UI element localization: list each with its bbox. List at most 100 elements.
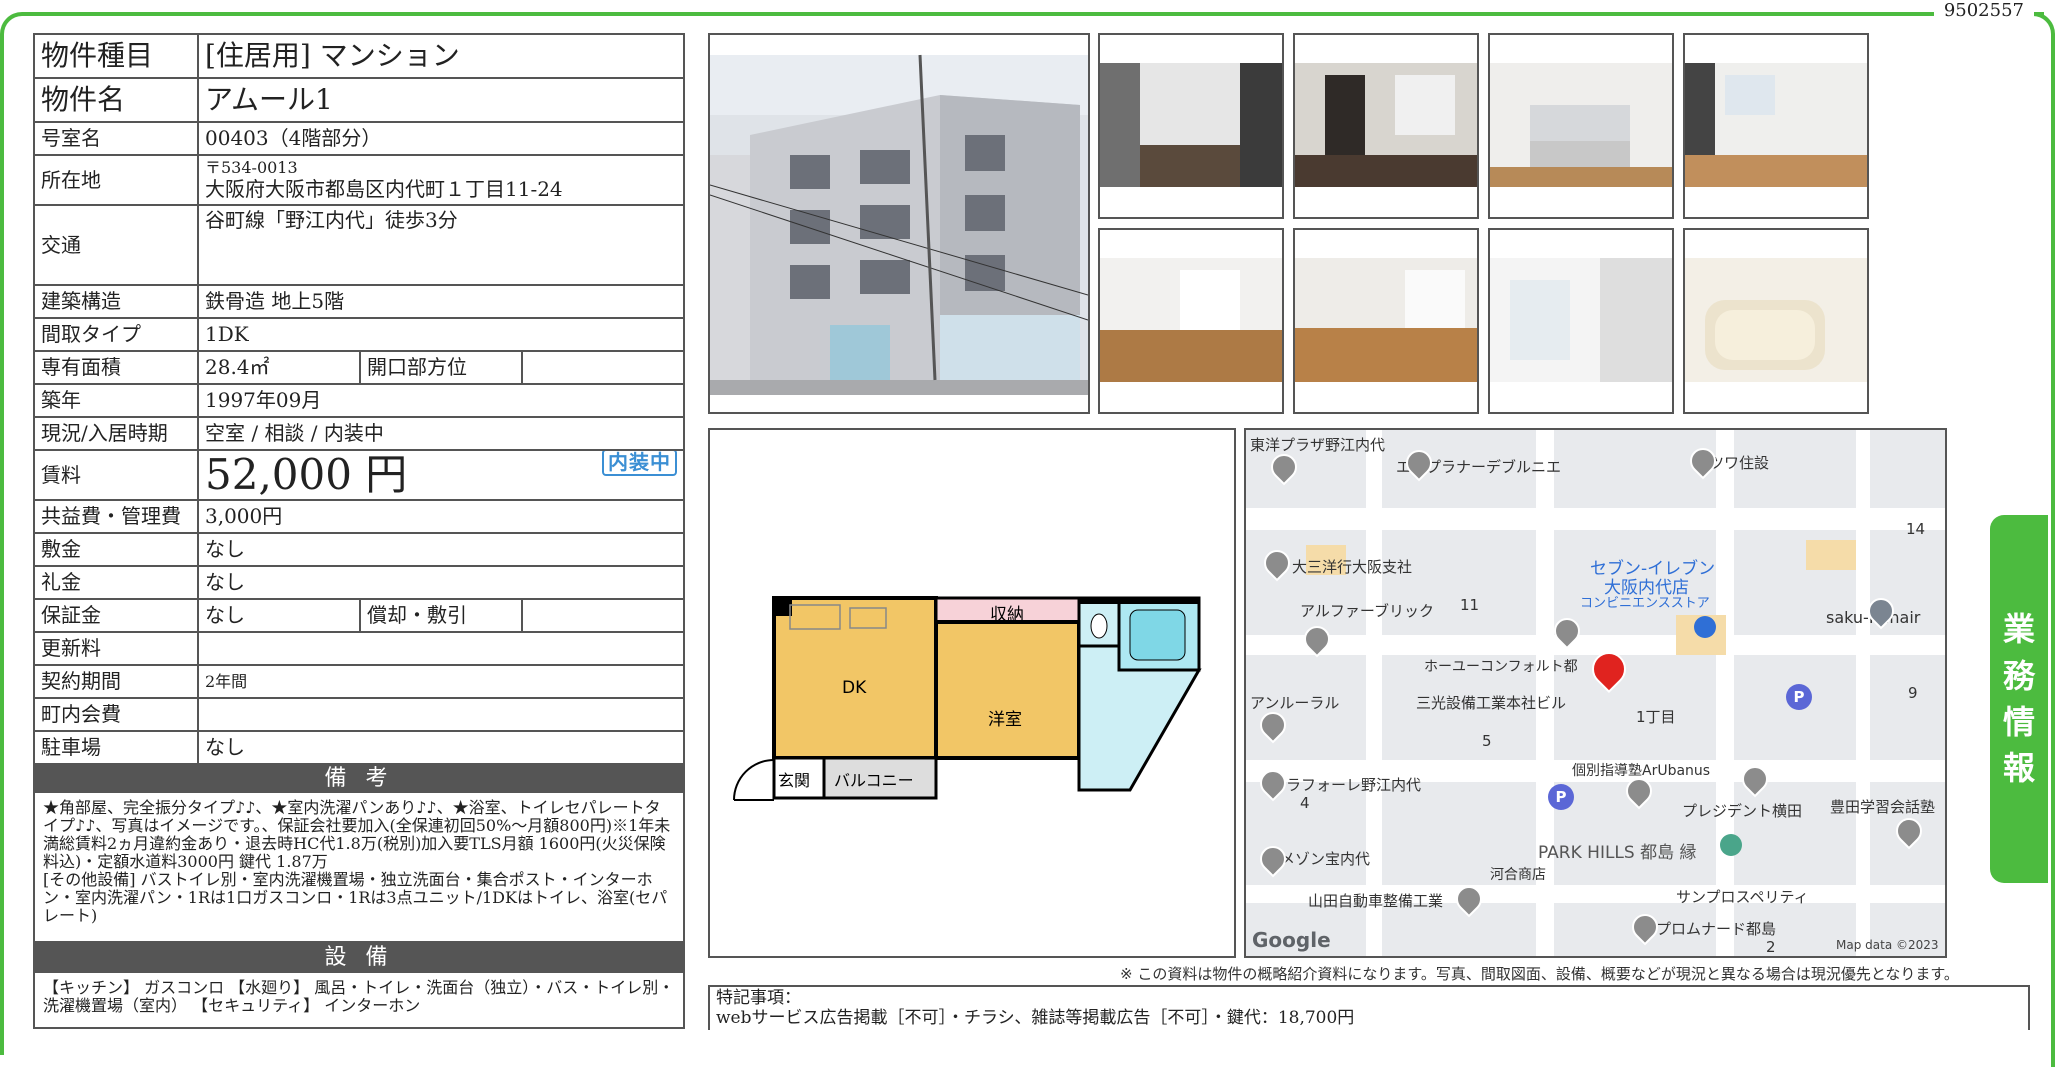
opening-label: 開口部方位 xyxy=(359,350,523,385)
map-label: ホーユーコンフォルト都 xyxy=(1424,659,1578,675)
map-label: プロムナード都島 xyxy=(1656,920,1777,938)
parking-value: なし xyxy=(197,730,685,766)
room-label: 号室名 xyxy=(33,121,199,156)
parking-icon: P xyxy=(1786,684,1812,710)
type-value: [住居用] マンション xyxy=(197,33,685,79)
structure-value: 鉄骨造 地上5階 xyxy=(197,284,685,319)
thumbnail-photo[interactable] xyxy=(1488,33,1674,219)
contract-label: 契約期間 xyxy=(33,664,199,700)
disclaimer-text: ※ この資料は物件の概略紹介資料になります。写真、間取図面、設備、概要などが現況… xyxy=(1120,965,1959,983)
business-info-char: 報 xyxy=(2002,749,2035,788)
built-label: 築年 xyxy=(33,383,199,418)
map-label: ラフォーレ野江内代 xyxy=(1286,776,1422,794)
map-label: 11 xyxy=(1460,596,1480,614)
rent-label: 賃料 xyxy=(33,448,199,502)
special-notes: 特記事項： webサービス広告掲載［不可］・チラシ、雑誌等掲載広告［不可］・鍵代… xyxy=(708,985,2030,1030)
floor-plan[interactable]: DK 洋室 収納 玄関 バルコニー xyxy=(708,428,1236,958)
structure-label: 建築構造 xyxy=(33,284,199,319)
map-label: サンプロスペリティ xyxy=(1676,888,1809,906)
room-photo-art xyxy=(1490,258,1672,382)
thumbnail-photo[interactable] xyxy=(1098,228,1284,414)
remarks-header: 備 考 xyxy=(33,763,685,794)
area-label: 専有面積 xyxy=(33,350,199,385)
property-table: 物件種目 [住居用] マンション 物件名 アムール1 号室名 00403（4階部分） … xyxy=(33,33,685,1030)
fee-label: 共益費・管理費 xyxy=(33,499,199,535)
map-label: 東洋プラザ野江内代 xyxy=(1250,436,1386,454)
special-notes-head: 特記事項： xyxy=(716,988,801,1008)
building-photo[interactable] xyxy=(708,33,1090,414)
map-label: PARK HILLS 都島 縁 xyxy=(1538,843,1697,863)
thumbnail-photo[interactable] xyxy=(1293,33,1479,219)
status-value: 空室 / 相談 / 内装中 xyxy=(197,416,685,451)
business-info-tab[interactable]: 業 務 情 報 xyxy=(1990,515,2048,883)
business-info-char: 情 xyxy=(2002,703,2035,741)
room-photo-art xyxy=(1685,258,1867,382)
map-label: 9 xyxy=(1908,684,1918,702)
built-value: 1997年09月 xyxy=(197,383,685,418)
deposit-label: 敷金 xyxy=(33,532,199,568)
interior-badge: 内装中 xyxy=(602,452,677,476)
opening-value xyxy=(521,350,685,385)
type-label: 物件種目 xyxy=(33,33,199,79)
plan-dk-label: DK xyxy=(842,678,867,698)
name-label: 物件名 xyxy=(33,77,199,123)
map-label: 14 xyxy=(1906,520,1926,538)
association-value xyxy=(197,697,685,733)
map-label: 大三洋行大阪支社 xyxy=(1292,558,1413,576)
key-money-label: 礼金 xyxy=(33,565,199,601)
room-photo-art xyxy=(1100,258,1282,382)
guarantee-value: なし xyxy=(197,598,361,634)
map-label: 5 xyxy=(1482,732,1492,750)
thumbnail-photo[interactable] xyxy=(1683,228,1869,414)
property-id: 9502557 xyxy=(1933,0,2034,21)
thumbnail-photo[interactable] xyxy=(1683,33,1869,219)
rent-value: 52,000 円 xyxy=(205,450,408,499)
deposit-value: なし xyxy=(197,532,685,568)
thumbnail-photo[interactable] xyxy=(1098,33,1284,219)
special-notes-text: webサービス広告掲載［不可］・チラシ、雑誌等掲載広告［不可］・鍵代：18,70… xyxy=(716,1007,1355,1028)
parking-icon: P xyxy=(1548,784,1574,810)
amortize-label: 償却・敷引 xyxy=(359,598,523,634)
room-photo-art xyxy=(1685,63,1867,187)
business-info-char: 務 xyxy=(2002,656,2035,695)
key-money-value: なし xyxy=(197,565,685,601)
transport-label: 交通 xyxy=(33,204,199,286)
business-info-char: 業 xyxy=(2002,610,2035,649)
google-logo: Google xyxy=(1252,928,1331,952)
name-value: アムール1 xyxy=(197,77,685,123)
map-art xyxy=(1246,430,1945,956)
parking-label: 駐車場 xyxy=(33,730,199,766)
area-value: 28.4㎡ xyxy=(197,350,361,385)
remarks-text: ★角部屋、完全振分タイプ♪♪、★室内洗濯パンあり♪♪、★浴室、トイレセパレートタ… xyxy=(33,791,685,944)
map-label: 三光設備工業本社ビル xyxy=(1416,694,1567,712)
address-cell: 〒534-0013 大阪府大阪市都島区内代町１丁目11-24 xyxy=(197,154,685,206)
map-label: 河合商店 xyxy=(1490,867,1546,883)
fee-value: 3,000円 xyxy=(197,499,685,535)
room-photo-art xyxy=(1100,63,1282,187)
floor-plan-art xyxy=(733,596,1202,801)
address-label: 所在地 xyxy=(33,154,199,206)
plan-entrance-label: 玄関 xyxy=(778,771,811,790)
park-icon xyxy=(1720,834,1742,856)
map-attribution: Map data ©2023 xyxy=(1836,938,1939,952)
thumbnail-photo[interactable] xyxy=(1293,228,1479,414)
guarantee-label: 保証金 xyxy=(33,598,199,634)
location-map[interactable]: 東洋プラザ野江内代 エスプラナーデブルニエ ミツワ住設 14 大三洋行大阪支社 … xyxy=(1244,428,1947,958)
status-label: 現況/入居時期 xyxy=(33,416,199,451)
equipment-header: 設 備 xyxy=(33,941,685,974)
map-label: アンルーラル xyxy=(1250,694,1340,712)
rent-cell: 52,000 円 内装中 xyxy=(197,448,685,502)
room-value: 00403（4階部分） xyxy=(197,121,685,156)
postal-code: 〒534-0013 xyxy=(205,158,298,178)
convenience-store-icon xyxy=(1694,616,1716,638)
thumbnail-photo[interactable] xyxy=(1488,228,1674,414)
room-photo-art xyxy=(1295,258,1477,382)
plan-storage-label: 収納 xyxy=(990,605,1024,625)
map-label: アルファーブリック xyxy=(1300,602,1434,620)
equipment-text: 【キッチン】 ガスコンロ 【水廻り】 風呂・トイレ・洗面台（独立）・バス・トイレ… xyxy=(33,971,685,1030)
map-label: メゾン宝内代 xyxy=(1280,850,1371,868)
address-value: 大阪府大阪市都島区内代町１丁目11-24 xyxy=(205,176,563,201)
plan-western-label: 洋室 xyxy=(988,710,1022,730)
map-label: 1丁目 xyxy=(1636,708,1676,726)
map-label: 豊田学習会話塾 xyxy=(1830,798,1936,816)
